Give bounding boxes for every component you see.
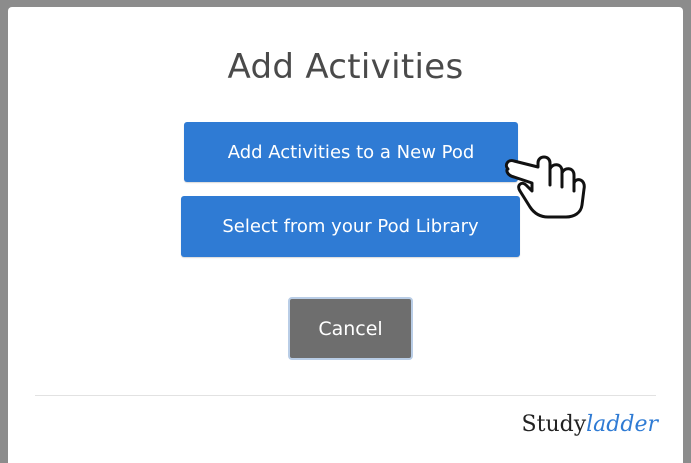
add-activities-dialog: Add Activities Add Activities to a New P…: [8, 7, 683, 463]
logo-text-ladder: ladder: [586, 412, 658, 437]
window-frame: Add Activities Add Activities to a New P…: [0, 0, 691, 463]
cancel-button[interactable]: Cancel: [288, 297, 413, 360]
studyladder-logo: Studyladder: [522, 412, 658, 437]
select-from-pod-library-button[interactable]: Select from your Pod Library: [181, 196, 520, 257]
hand-pointer-icon: [504, 155, 586, 219]
add-to-new-pod-button[interactable]: Add Activities to a New Pod: [184, 122, 518, 182]
logo-text-study: Study: [521, 412, 587, 437]
footer-divider: [35, 395, 656, 396]
dialog-title: Add Activities: [227, 47, 464, 87]
